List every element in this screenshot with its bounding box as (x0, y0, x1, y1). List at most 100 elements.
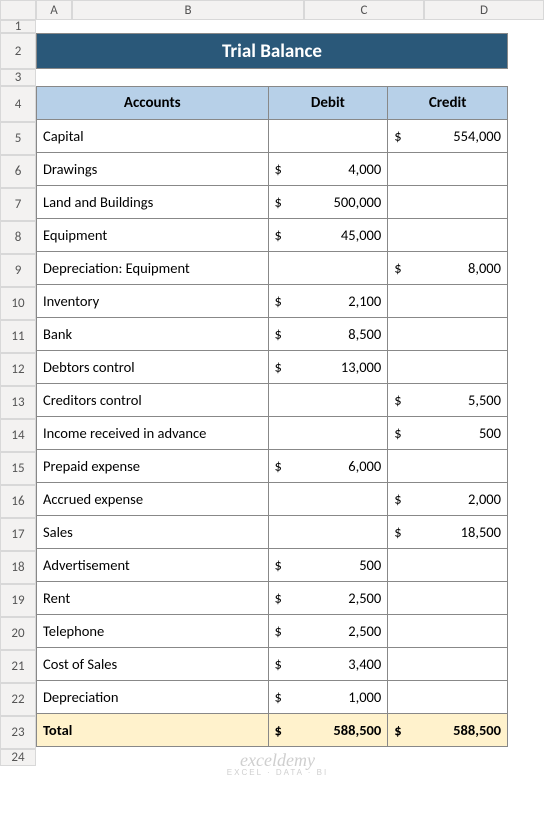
credit-cell[interactable] (388, 615, 508, 648)
row-header-12[interactable]: 12 (0, 353, 36, 386)
debit-cell[interactable]: $6,000 (268, 450, 388, 483)
debit-cell[interactable] (268, 417, 388, 450)
account-cell[interactable]: Prepaid expense (37, 450, 269, 483)
credit-cell[interactable]: $554,000 (388, 120, 508, 153)
account-cell[interactable]: Capital (37, 120, 269, 153)
row-header-2[interactable]: 2 (0, 33, 36, 69)
account-cell[interactable]: Drawings (37, 153, 269, 186)
row-header-3[interactable]: 3 (0, 69, 36, 86)
row-header-7[interactable]: 7 (0, 188, 36, 221)
account-cell[interactable]: Inventory (37, 285, 269, 318)
row-header-22[interactable]: 22 (0, 683, 36, 716)
account-cell[interactable]: Debtors control (37, 351, 269, 384)
row-header-24[interactable]: 24 (0, 749, 36, 766)
row-header-11[interactable]: 11 (0, 320, 36, 353)
credit-cell[interactable] (388, 186, 508, 219)
table-row: Rent$2,500 (37, 582, 508, 615)
credit-cell[interactable]: $5,500 (388, 384, 508, 417)
currency-symbol: $ (394, 424, 401, 442)
account-cell[interactable]: Bank (37, 318, 269, 351)
debit-cell[interactable]: $8,500 (268, 318, 388, 351)
total-debit[interactable]: $ 588,500 (268, 714, 388, 747)
row-header-17[interactable]: 17 (0, 518, 36, 551)
credit-cell[interactable] (388, 549, 508, 582)
debit-cell[interactable]: $45,000 (268, 219, 388, 252)
credit-cell[interactable] (388, 285, 508, 318)
account-cell[interactable]: Equipment (37, 219, 269, 252)
row-header-19[interactable]: 19 (0, 584, 36, 617)
row-header-23[interactable]: 23 (0, 716, 36, 749)
account-cell[interactable]: Depreciation (37, 681, 269, 714)
currency-symbol: $ (275, 589, 282, 607)
credit-cell[interactable] (388, 681, 508, 714)
row-header-20[interactable]: 20 (0, 617, 36, 650)
header-debit[interactable]: Debit (268, 87, 388, 120)
account-cell[interactable]: Cost of Sales (37, 648, 269, 681)
row-header-10[interactable]: 10 (0, 287, 36, 320)
debit-cell[interactable]: $2,100 (268, 285, 388, 318)
credit-cell[interactable] (388, 582, 508, 615)
credit-cell[interactable]: $18,500 (388, 516, 508, 549)
col-header-B[interactable]: B (72, 0, 304, 20)
row-header-9[interactable]: 9 (0, 254, 36, 287)
debit-cell[interactable] (268, 483, 388, 516)
credit-cell[interactable] (388, 648, 508, 681)
row-header-8[interactable]: 8 (0, 221, 36, 254)
debit-cell[interactable]: $1,000 (268, 681, 388, 714)
account-cell[interactable]: Land and Buildings (37, 186, 269, 219)
account-cell[interactable]: Depreciation: Equipment (37, 252, 269, 285)
debit-cell[interactable]: $3,400 (268, 648, 388, 681)
row-header-16[interactable]: 16 (0, 485, 36, 518)
total-credit[interactable]: $ 588,500 (388, 714, 508, 747)
debit-cell[interactable]: $500,000 (268, 186, 388, 219)
row-header-5[interactable]: 5 (0, 122, 36, 155)
account-cell[interactable]: Rent (37, 582, 269, 615)
debit-value: 45,000 (341, 226, 381, 244)
debit-cell[interactable]: $500 (268, 549, 388, 582)
row-header-15[interactable]: 15 (0, 452, 36, 485)
currency-symbol: $ (394, 490, 401, 508)
currency-symbol: $ (275, 193, 282, 211)
currency-symbol: $ (394, 523, 401, 541)
col-header-A[interactable]: A (36, 0, 72, 20)
table-row: Accrued expense $2,000 (37, 483, 508, 516)
header-credit[interactable]: Credit (388, 87, 508, 120)
credit-cell[interactable] (388, 153, 508, 186)
row-header-1[interactable]: 1 (0, 20, 36, 33)
account-cell[interactable]: Accrued expense (37, 483, 269, 516)
table-row: Advertisement$500 (37, 549, 508, 582)
credit-cell[interactable] (388, 318, 508, 351)
row-header-6[interactable]: 6 (0, 155, 36, 188)
account-cell[interactable]: Telephone (37, 615, 269, 648)
total-label[interactable]: Total (37, 714, 269, 747)
account-cell[interactable]: Sales (37, 516, 269, 549)
debit-cell[interactable] (268, 516, 388, 549)
credit-value: 18,500 (461, 523, 501, 541)
account-cell[interactable]: Advertisement (37, 549, 269, 582)
credit-cell[interactable]: $8,000 (388, 252, 508, 285)
row-header-14[interactable]: 14 (0, 419, 36, 452)
credit-cell[interactable]: $2,000 (388, 483, 508, 516)
col-header-D[interactable]: D (424, 0, 544, 20)
row-header-18[interactable]: 18 (0, 551, 36, 584)
account-cell[interactable]: Creditors control (37, 384, 269, 417)
credit-cell[interactable]: $500 (388, 417, 508, 450)
credit-cell[interactable] (388, 219, 508, 252)
credit-cell[interactable] (388, 450, 508, 483)
header-accounts[interactable]: Accounts (37, 87, 269, 120)
debit-cell[interactable]: $2,500 (268, 582, 388, 615)
row-header-4[interactable]: 4 (0, 86, 36, 122)
debit-cell[interactable] (268, 252, 388, 285)
table-row: Debtors control$13,000 (37, 351, 508, 384)
row-header-21[interactable]: 21 (0, 650, 36, 683)
debit-cell[interactable] (268, 120, 388, 153)
debit-cell[interactable]: $2,500 (268, 615, 388, 648)
credit-cell[interactable] (388, 351, 508, 384)
col-header-C[interactable]: C (304, 0, 424, 20)
select-all-corner[interactable] (0, 0, 36, 20)
debit-cell[interactable]: $4,000 (268, 153, 388, 186)
account-cell[interactable]: Income received in advance (37, 417, 269, 450)
debit-cell[interactable]: $13,000 (268, 351, 388, 384)
row-header-13[interactable]: 13 (0, 386, 36, 419)
debit-cell[interactable] (268, 384, 388, 417)
